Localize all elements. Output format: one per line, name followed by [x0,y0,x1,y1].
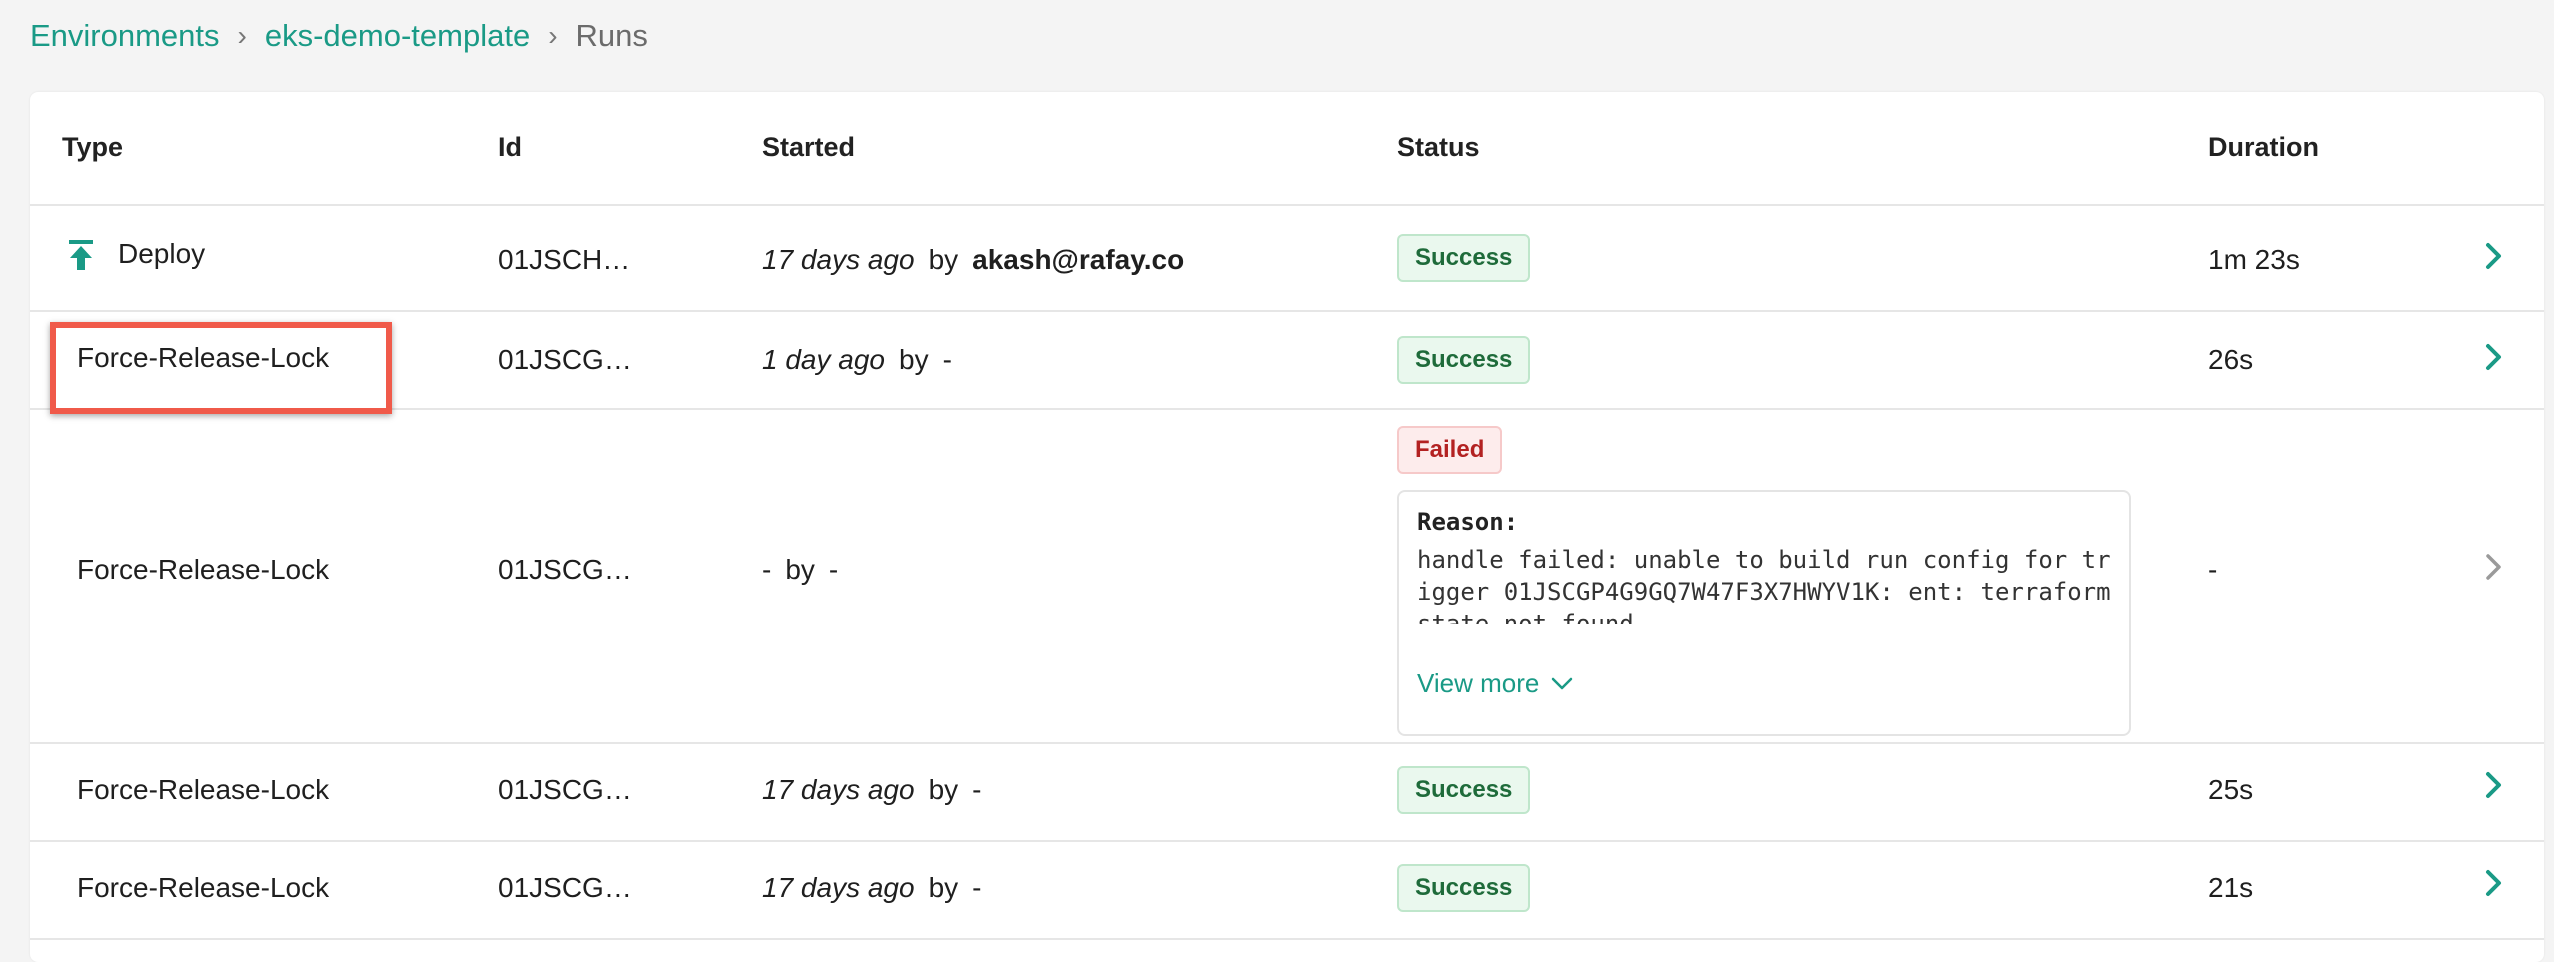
table-row[interactable]: Force-Release-Lock 01JSCG… 17 days ago by… [30,840,2544,940]
started-by-user: - [828,554,839,585]
run-duration: 1m 23s [2208,244,2300,275]
column-header-started: Started [762,132,856,162]
run-type: Force-Release-Lock [77,774,330,805]
upload-arrow-icon [69,240,93,270]
started-ago: - [762,554,772,585]
column-header-status: Status [1397,132,1480,162]
reason-text: handle failed: unable to build run confi… [1417,546,2111,624]
breadcrumb-current: Runs [575,18,648,53]
started-by-user: akash@rafay.co [972,244,1185,275]
run-id: 01JSCG… [498,554,632,585]
status-badge: Failed [1397,426,1503,474]
run-id: 01JSCG… [498,774,632,805]
reason-title: Reason: [1417,508,1519,536]
failure-reason-box: Reason: handle failed: unable to build r… [1397,490,2131,736]
status-badge: Success [1397,766,1531,814]
run-duration: 26s [2208,344,2254,375]
run-type: Force-Release-Lock [77,342,330,373]
started-by-user: - [972,774,982,805]
status-badge: Success [1397,234,1531,282]
status-badge: Success [1397,864,1531,912]
run-duration: 25s [2208,774,2254,805]
breadcrumb: Environments › eks-demo-template › Runs [30,14,648,58]
run-started: 17 days ago by - [762,872,981,904]
by-label: by [928,244,959,275]
run-duration: - [2208,554,2218,585]
table-row[interactable]: Deploy 01JSCH… 17 days ago by akash@rafay.… [30,204,2544,312]
run-id: 01JSCH… [498,244,631,275]
by-label: by [928,872,959,903]
run-type: Force-Release-Lock [77,872,330,903]
by-label: by [785,554,815,585]
table-row[interactable]: Force-Release-Lock 01JSCG… 1 day ago by - … [30,310,2544,414]
table-header: Type Id Started Status Duration [30,92,2544,206]
breadcrumb-separator: › [237,20,247,51]
run-type: Deploy [118,238,206,269]
table-row[interactable]: Force-Release-Lock 01JSCG… - by - Failed R… [30,408,2544,744]
run-started: - by - [762,554,838,586]
column-header-type: Type [62,132,124,162]
started-ago: 1 day ago [762,344,885,375]
by-label: by [899,344,929,375]
started-ago: 17 days ago [762,244,915,275]
started-ago: 17 days ago [762,774,915,805]
run-started: 17 days ago by - [762,774,981,806]
column-header-duration: Duration [2208,132,2319,162]
column-header-id: Id [498,132,522,162]
breadcrumb-environment-link[interactable]: eks-demo-template [265,18,530,54]
started-ago: 17 days ago [762,872,915,903]
chevron-down-icon [1552,677,1573,689]
breadcrumb-environments-link[interactable]: Environments [30,18,220,54]
run-id: 01JSCG… [498,872,632,903]
chevron-right-icon[interactable] [2478,770,2508,800]
view-more-button[interactable]: View more [1417,668,1573,699]
by-label: by [928,774,959,805]
runs-table: Type Id Started Status Duration Deploy 0… [30,92,2544,962]
started-by-user: - [972,872,982,903]
breadcrumb-separator: › [548,20,558,51]
table-row[interactable]: Force-Release-Lock 01JSCG… 17 days ago by… [30,742,2544,842]
started-by-user: - [942,344,952,375]
run-id: 01JSCG… [498,344,632,375]
chevron-right-icon[interactable] [2478,868,2508,898]
chevron-right-icon[interactable] [2478,342,2508,372]
run-type: Force-Release-Lock [77,554,330,585]
chevron-right-icon[interactable] [2478,552,2508,582]
run-started: 1 day ago by - [762,344,952,376]
run-started: 17 days ago by akash@rafay.co [762,244,1184,276]
run-duration: 21s [2208,872,2254,903]
chevron-right-icon[interactable] [2478,241,2508,271]
view-more-label: View more [1417,668,1540,698]
status-badge: Success [1397,336,1531,384]
